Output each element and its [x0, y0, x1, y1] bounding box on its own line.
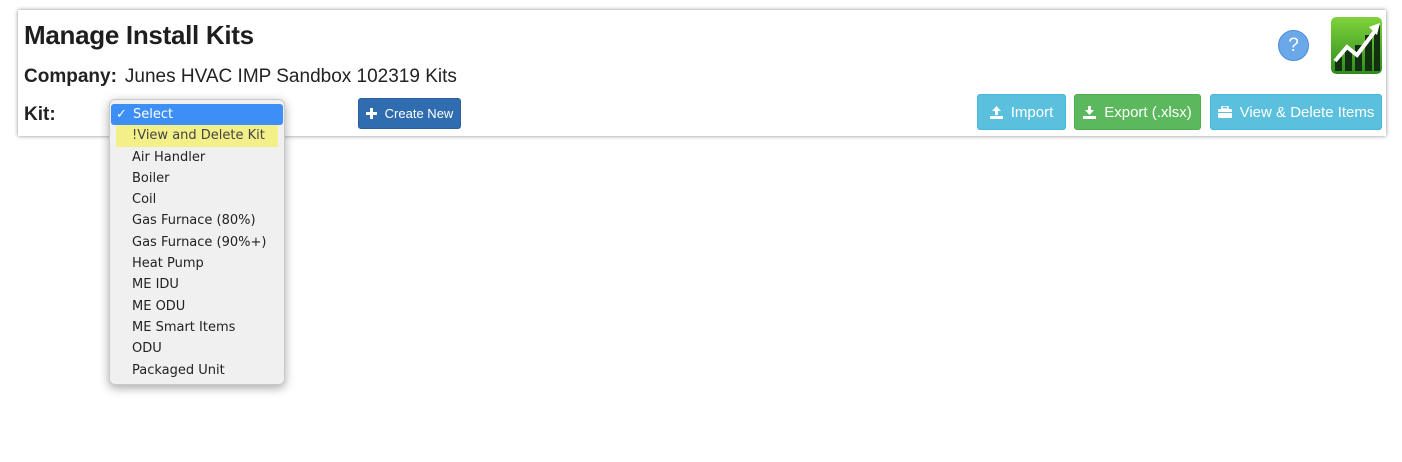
checkmark-icon: ✓	[116, 107, 127, 122]
option-label: Air Handler	[132, 149, 206, 165]
option-label: Gas Furnace (80%)	[132, 213, 256, 229]
company-label: Company:	[24, 66, 117, 87]
kit-option-gas-furnace-90[interactable]: Gas Furnace (90%+)	[110, 232, 284, 253]
view-delete-items-button[interactable]: View & Delete Items	[1210, 94, 1382, 130]
upload-icon	[989, 105, 1003, 119]
option-label: Boiler	[132, 170, 170, 186]
growth-chart-logo	[1331, 17, 1382, 74]
page-title: Manage Install Kits	[24, 20, 254, 50]
kit-select-dropdown[interactable]: ✓ Select !View and Delete Kit Air Handle…	[109, 99, 285, 385]
help-button[interactable]: ?	[1278, 30, 1309, 61]
create-new-button[interactable]: Create New	[358, 98, 461, 129]
kit-option-view-delete-kit[interactable]: !View and Delete Kit	[116, 125, 278, 147]
plus-icon	[365, 108, 377, 119]
option-label: ME IDU	[132, 277, 179, 293]
option-label: Heat Pump	[132, 256, 204, 272]
option-label: !View and Delete Kit	[132, 128, 265, 144]
company-name: Junes HVAC IMP Sandbox 102319 Kits	[124, 66, 457, 87]
kit-label: Kit:	[24, 104, 56, 125]
kit-option-air-handler[interactable]: Air Handler	[110, 147, 284, 168]
kit-option-me-odu[interactable]: ME ODU	[110, 296, 284, 317]
option-label: ODU	[132, 341, 162, 357]
kit-option-coil[interactable]: Coil	[110, 189, 284, 210]
kit-option-me-idu[interactable]: ME IDU	[110, 274, 284, 295]
view-delete-label: View & Delete Items	[1239, 103, 1375, 121]
kit-option-heat-pump[interactable]: Heat Pump	[110, 253, 284, 274]
import-button[interactable]: Import	[977, 94, 1066, 130]
kit-option-packaged-unit[interactable]: Packaged Unit	[110, 360, 284, 381]
option-label: ME Smart Items	[132, 319, 236, 335]
option-label: ME ODU	[132, 298, 186, 314]
option-label: Select	[133, 107, 174, 122]
option-label: Gas Furnace (90%+)	[132, 234, 267, 250]
import-label: Import	[1010, 103, 1054, 121]
option-label: Packaged Unit	[132, 362, 225, 378]
company-row: Company: Junes HVAC IMP Sandbox 102319 Ki…	[24, 66, 457, 88]
kit-option-select[interactable]: ✓ Select	[111, 104, 283, 126]
kit-option-gas-furnace-80[interactable]: Gas Furnace (80%)	[110, 210, 284, 231]
briefcase-icon	[1217, 106, 1232, 118]
question-icon: ?	[1288, 34, 1299, 56]
export-xlsx-button[interactable]: Export (.xlsx)	[1074, 94, 1201, 130]
create-new-label: Create New	[384, 106, 454, 121]
download-icon	[1083, 105, 1097, 119]
export-label: Export (.xlsx)	[1104, 103, 1192, 121]
option-label: Coil	[132, 192, 157, 208]
kit-option-boiler[interactable]: Boiler	[110, 168, 284, 189]
kit-option-odu[interactable]: ODU	[110, 338, 284, 359]
kit-option-me-smart-items[interactable]: ME Smart Items	[110, 317, 284, 338]
